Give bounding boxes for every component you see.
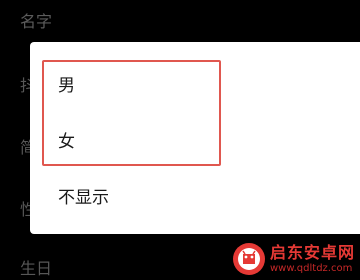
option-female[interactable]: 女 — [30, 114, 360, 164]
name-row-label[interactable]: 名字 — [20, 12, 52, 32]
watermark: 启东安卓网 www.qdltdz.com — [232, 238, 360, 280]
option-male[interactable]: 男 — [30, 58, 360, 108]
option-hide[interactable]: 不显示 — [30, 170, 360, 220]
watermark-logo-icon — [233, 243, 265, 275]
watermark-title: 启东安卓网 — [270, 242, 356, 262]
watermark-url: www.qdltdz.com — [270, 262, 353, 274]
